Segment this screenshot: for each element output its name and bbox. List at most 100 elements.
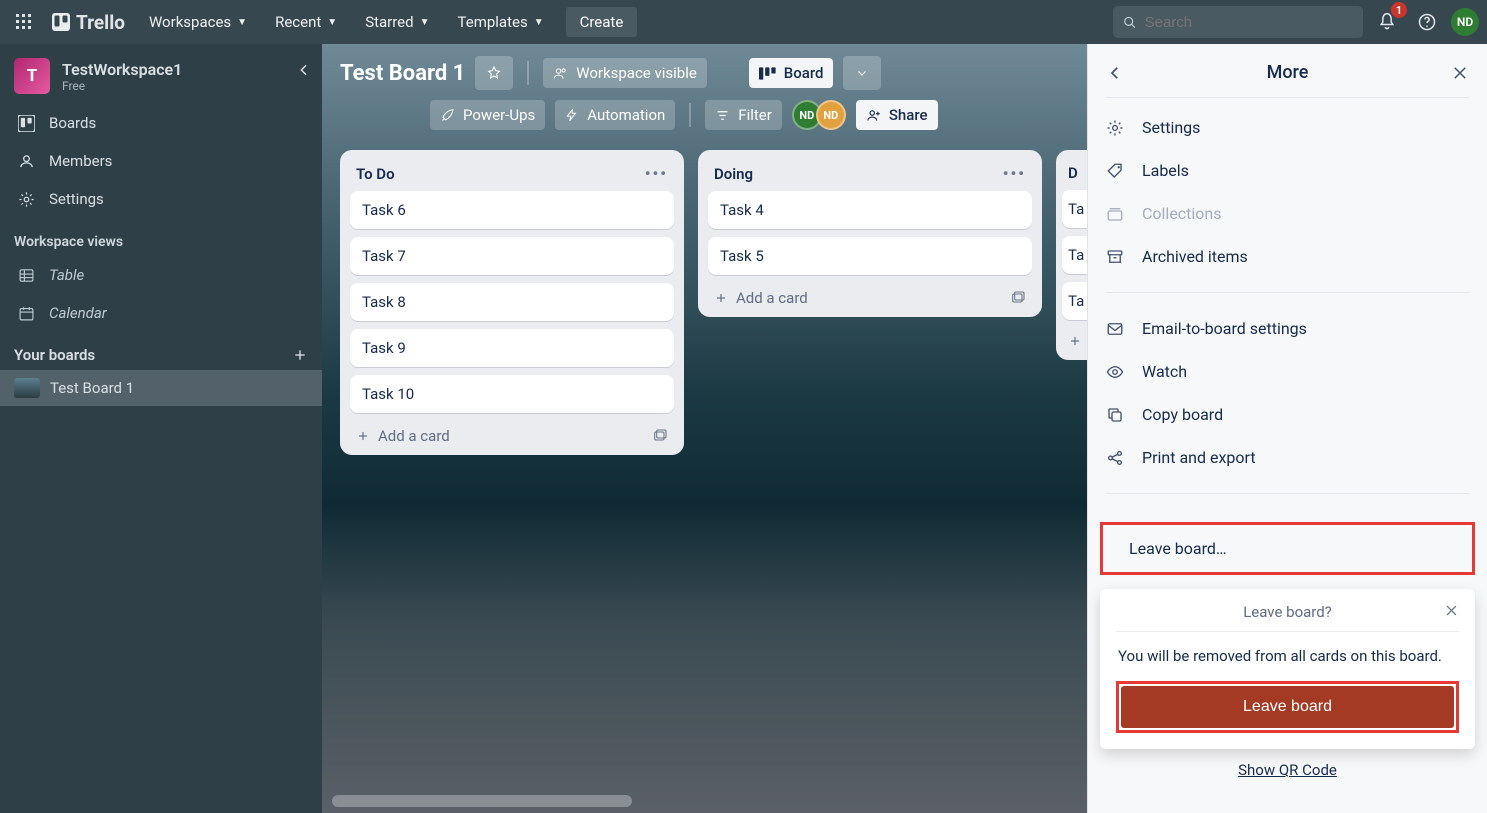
sidebar-item-table[interactable]: Table xyxy=(0,256,322,294)
mail-icon xyxy=(1106,320,1126,338)
visibility-button[interactable]: Workspace visible xyxy=(543,58,707,88)
list-title[interactable]: Doing xyxy=(714,165,753,183)
filter-icon xyxy=(715,108,730,123)
help-button[interactable] xyxy=(1411,6,1443,38)
divider xyxy=(1106,97,1469,98)
add-card-button[interactable]: Add a card xyxy=(708,283,1032,309)
panel-back-button[interactable] xyxy=(1106,64,1124,82)
panel-item-label: Print and export xyxy=(1142,448,1256,467)
search-field[interactable] xyxy=(1145,14,1353,31)
card[interactable]: Ta xyxy=(1062,236,1087,274)
template-icon[interactable] xyxy=(652,428,668,444)
card[interactable]: Task 6 xyxy=(350,191,674,229)
app-switcher-icon[interactable] xyxy=(8,6,40,38)
profile-avatar[interactable]: ND xyxy=(1451,8,1479,36)
template-icon[interactable] xyxy=(1010,290,1026,306)
powerups-button[interactable]: Power-Ups xyxy=(430,100,545,130)
add-board-button[interactable] xyxy=(292,347,308,363)
popover-close-button[interactable] xyxy=(1444,603,1459,618)
chevron-down-icon xyxy=(856,67,868,79)
card[interactable]: Task 9 xyxy=(350,329,674,367)
leave-board-menu-item[interactable]: Leave board… xyxy=(1100,522,1475,575)
nav-recent[interactable]: Recent▼ xyxy=(263,7,349,37)
board-thumbnail xyxy=(14,378,40,398)
panel-item-settings[interactable]: Settings xyxy=(1088,106,1487,149)
board-members[interactable]: ND ND xyxy=(792,100,846,130)
panel-item-collections: Collections xyxy=(1088,192,1487,235)
card[interactable]: Task 7 xyxy=(350,237,674,275)
sidebar-label: Boards xyxy=(49,114,96,132)
board-title[interactable]: Test Board 1 xyxy=(340,61,465,86)
workspace-sidebar: T TestWorkspace1 Free Boards Members Set… xyxy=(0,44,322,813)
list-title[interactable]: D xyxy=(1068,164,1078,182)
automation-button[interactable]: Automation xyxy=(555,100,675,130)
leave-button-highlight: Leave board xyxy=(1116,681,1459,733)
notification-badge: 1 xyxy=(1391,2,1407,18)
plus-icon xyxy=(1068,334,1082,348)
board-view-label: Board xyxy=(784,64,824,82)
nav-workspaces[interactable]: Workspaces▼ xyxy=(137,7,259,37)
nav-starred[interactable]: Starred▼ xyxy=(353,7,441,37)
collapse-sidebar-button[interactable] xyxy=(296,62,312,78)
global-header: Trello Workspaces▼ Recent▼ Starred▼ Temp… xyxy=(0,0,1487,44)
search-input[interactable] xyxy=(1113,6,1363,38)
list-header: To Do ••• xyxy=(350,160,674,191)
popover-title: Leave board? xyxy=(1243,603,1332,621)
card[interactable]: Task 8 xyxy=(350,283,674,321)
card[interactable]: Ta xyxy=(1062,282,1087,320)
filter-button[interactable]: Filter xyxy=(705,100,782,130)
view-switcher-button[interactable] xyxy=(843,56,881,90)
panel-item-archived[interactable]: Archived items xyxy=(1088,235,1487,278)
star-icon xyxy=(486,65,502,81)
panel-close-button[interactable] xyxy=(1451,64,1469,82)
board-view-button[interactable]: Board xyxy=(749,58,834,88)
sidebar-item-calendar[interactable]: Calendar xyxy=(0,294,322,332)
add-card-label: Add a card xyxy=(736,289,808,307)
list-menu-button[interactable]: ••• xyxy=(645,164,668,183)
panel-item-labels[interactable]: Labels xyxy=(1088,149,1487,192)
card[interactable]: Task 4 xyxy=(708,191,1032,229)
calendar-icon xyxy=(18,305,35,322)
notifications-button[interactable]: 1 xyxy=(1371,6,1403,38)
table-icon xyxy=(18,267,35,284)
panel-item-label: Settings xyxy=(1142,118,1200,137)
panel-item-email[interactable]: Email-to-board settings xyxy=(1088,307,1487,350)
sidebar-item-members[interactable]: Members xyxy=(0,142,322,180)
share-button[interactable]: Share xyxy=(856,100,938,130)
panel-item-watch[interactable]: Watch xyxy=(1088,350,1487,393)
card[interactable]: Task 5 xyxy=(708,237,1032,275)
add-card-button[interactable]: Add a card xyxy=(350,421,674,447)
sidebar-item-boards[interactable]: Boards xyxy=(0,104,322,142)
show-qr-code-link[interactable]: Show QR Code xyxy=(1088,761,1487,779)
horizontal-scrollbar[interactable] xyxy=(332,795,632,807)
popover-body-text: You will be removed from all cards on th… xyxy=(1116,632,1459,681)
eye-icon xyxy=(1106,363,1126,381)
powerups-label: Power-Ups xyxy=(463,106,535,124)
panel-item-print[interactable]: Print and export xyxy=(1088,436,1487,479)
sidebar-label: Settings xyxy=(49,190,104,208)
list-title[interactable]: To Do xyxy=(356,165,395,183)
add-card-button[interactable] xyxy=(1062,328,1087,350)
member-avatar[interactable]: ND xyxy=(816,100,846,130)
collections-icon xyxy=(1106,205,1126,223)
star-board-button[interactable] xyxy=(475,56,513,90)
nav-templates-label: Templates xyxy=(458,13,528,31)
nav-starred-label: Starred xyxy=(365,13,413,31)
person-add-icon xyxy=(866,108,881,123)
trello-logo[interactable]: Trello xyxy=(44,11,133,34)
nav-recent-label: Recent xyxy=(275,13,321,31)
panel-item-copy[interactable]: Copy board xyxy=(1088,393,1487,436)
sidebar-item-settings[interactable]: Settings xyxy=(0,180,322,218)
create-button[interactable]: Create xyxy=(566,7,638,37)
list-menu-button[interactable]: ••• xyxy=(1003,164,1026,183)
leave-board-popover: Leave board? You will be removed from al… xyxy=(1100,589,1475,749)
leave-board-confirm-button[interactable]: Leave board xyxy=(1121,686,1454,728)
card[interactable]: Ta xyxy=(1062,190,1087,228)
sidebar-board-item[interactable]: Test Board 1 xyxy=(0,370,322,406)
nav-templates[interactable]: Templates▼ xyxy=(446,7,556,37)
chevron-left-icon xyxy=(1106,64,1124,82)
workspace-header: T TestWorkspace1 Free xyxy=(0,44,322,104)
list-header: Doing ••• xyxy=(708,160,1032,191)
share-label: Share xyxy=(889,106,928,124)
card[interactable]: Task 10 xyxy=(350,375,674,413)
